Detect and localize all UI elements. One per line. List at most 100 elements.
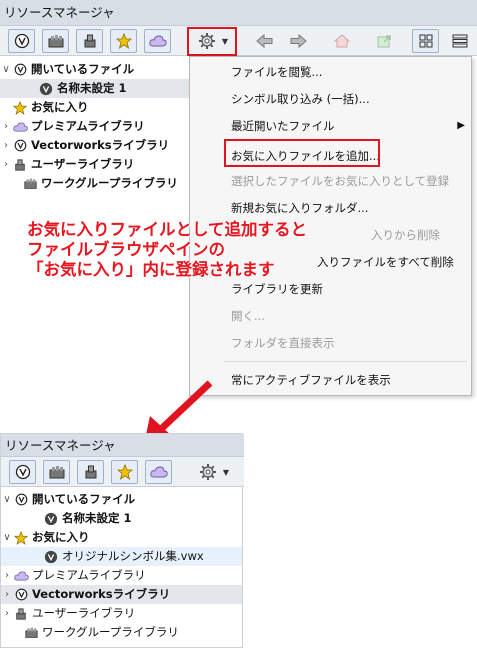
vw-icon	[13, 587, 29, 603]
tree-item-label: Vectorworksライブラリ	[32, 587, 171, 601]
window-title: リソースマネージャ	[0, 0, 477, 26]
workgroup-library-button[interactable]	[43, 460, 70, 484]
back-button[interactable]	[251, 29, 278, 53]
star-icon	[13, 530, 29, 546]
export-button[interactable]	[370, 29, 397, 53]
forward-button[interactable]	[284, 29, 311, 53]
chevron-down-icon: ∨	[3, 494, 11, 505]
chevron-down-icon: ▼	[222, 467, 230, 477]
tree-item-user-library[interactable]: › ユーザーライブラリ	[1, 604, 242, 623]
menu-item-browse-files[interactable]: ファイルを閲覧...	[190, 59, 471, 85]
star-icon	[116, 464, 133, 480]
tree-item-open-files[interactable]: ∨ 開いているファイル	[1, 490, 242, 509]
star-icon	[12, 100, 28, 116]
open-files-button[interactable]	[8, 29, 35, 53]
menu-item-always-show-active-file[interactable]: 常にアクティブファイルを表示	[190, 367, 471, 393]
submenu-arrow-icon: ▶	[457, 120, 465, 131]
tree-item-workgroup-library[interactable]: ワークグループライブラリ	[1, 623, 242, 642]
vw-file-icon	[43, 549, 59, 565]
open-files-button[interactable]	[9, 460, 36, 484]
user-icon	[12, 157, 28, 173]
export-icon	[376, 33, 392, 49]
menu-item-recent-files[interactable]: 最近開いたファイル ▶	[190, 113, 471, 139]
vw-file-icon	[43, 511, 59, 527]
chevron-right-icon: ›	[5, 608, 9, 619]
user-library-button[interactable]	[77, 460, 104, 484]
tree-item-premium-library[interactable]: › プレミアムライブラリ	[1, 566, 242, 585]
tree-item-label: オリジナルシンボル集.vwx	[62, 549, 204, 563]
toolbar: ▼	[0, 26, 477, 56]
tree-item-label: お気に入り	[32, 530, 90, 544]
vw-icon	[12, 138, 28, 154]
vw-icon	[13, 492, 29, 508]
chevron-right-icon: ›	[4, 121, 8, 132]
vw-file-icon	[38, 81, 54, 97]
tree-item-label: ユーザーライブラリ	[31, 157, 135, 171]
tree-item-open-files[interactable]: ∨ 開いているファイル	[0, 60, 190, 79]
favorites-button[interactable]	[111, 460, 138, 484]
tree-item-untitled-file[interactable]: 名称未設定 1	[0, 79, 190, 98]
cloud-icon	[148, 34, 167, 48]
star-icon	[115, 33, 132, 49]
add-favorite-highlight-box	[224, 139, 380, 167]
file-browser-tree: ∨ 開いているファイル 名称未設定 1 ∨ お気に入り オリジナルシンボル集.v…	[1, 488, 242, 646]
tree-item-favorites[interactable]: お気に入り	[0, 98, 190, 117]
workgroup-library-button[interactable]	[42, 29, 69, 53]
menu-item-refresh-library[interactable]: ライブラリを更新	[190, 276, 471, 302]
window-title: リソースマネージャ	[1, 434, 244, 457]
premium-library-button[interactable]	[145, 460, 172, 484]
tree-item-label: ワークグループライブラリ	[41, 176, 178, 190]
list-view-button[interactable]	[446, 29, 473, 53]
tree-item-label: 名称未設定 1	[57, 81, 127, 95]
menu-item-register-selected-favorite[interactable]: 選択したファイルをお気に入りとして登録	[190, 168, 471, 194]
arrow-right-icon	[289, 34, 307, 48]
tree-item-label: プレミアムライブラリ	[31, 119, 145, 133]
workgroup-icon	[48, 464, 66, 480]
tree-item-label: お気に入り	[31, 100, 89, 114]
settings-menu-button[interactable]: ▼	[191, 460, 237, 484]
menu-item-batch-import-symbols[interactable]: シンボル取り込み (一括)...	[190, 86, 471, 112]
chevron-right-icon: ›	[4, 159, 8, 170]
tree-item-label: ユーザーライブラリ	[32, 606, 136, 620]
home-button[interactable]	[328, 29, 355, 53]
list-icon	[452, 34, 468, 48]
cloud-icon	[13, 568, 29, 584]
arrow-left-icon	[255, 34, 274, 48]
annotation-line-1: お気に入りファイルとして追加すると	[27, 220, 308, 239]
workgroup-icon	[22, 176, 38, 192]
bottom-panel: リソースマネージャ ▼ ∨ 開いているファイル 名称未設定 1 ∨ お気に入り …	[0, 433, 244, 648]
tree-item-label: Vectorworksライブラリ	[31, 138, 170, 152]
annotation-line-2: ファイルブラウザペインの	[27, 240, 225, 259]
home-icon	[333, 33, 350, 49]
vw-icon	[14, 33, 30, 49]
tree-item-favorite-file[interactable]: オリジナルシンボル集.vwx	[1, 547, 242, 566]
premium-library-button[interactable]	[144, 29, 171, 53]
tree-item-vectorworks-library[interactable]: › Vectorworksライブラリ	[0, 136, 190, 155]
vw-icon	[12, 62, 28, 78]
tree-item-workgroup-library[interactable]: ワークグループライブラリ	[0, 174, 190, 193]
cloud-icon	[149, 465, 168, 479]
gear-icon	[199, 463, 217, 481]
tree-item-label: 名称未設定 1	[62, 511, 132, 525]
chevron-down-icon: ∨	[2, 64, 10, 75]
menu-item-label: 最近開いたファイル	[231, 119, 335, 133]
tree-item-label: 開いているファイル	[32, 492, 136, 506]
tree-item-premium-library[interactable]: › プレミアムライブラリ	[0, 117, 190, 136]
tree-item-favorites[interactable]: ∨ お気に入り	[1, 528, 242, 547]
annotation-line-3: 「お気に入り」内に登録されます	[27, 260, 275, 279]
cloud-icon	[12, 119, 28, 135]
user-library-button[interactable]	[76, 29, 103, 53]
gear-highlight-box	[187, 27, 237, 56]
grid-view-button[interactable]	[412, 29, 439, 53]
menu-item-open[interactable]: 開く...	[190, 303, 471, 329]
toolbar: ▼	[1, 457, 244, 487]
favorites-button[interactable]	[110, 29, 137, 53]
menu-item-new-favorite-folder[interactable]: 新規お気に入りフォルダ...	[190, 195, 471, 221]
menu-item-show-folder[interactable]: フォルダを直接表示	[190, 330, 471, 356]
tree-item-label: ワークグループライブラリ	[42, 625, 179, 639]
chevron-right-icon: ›	[5, 589, 9, 600]
tree-item-untitled-file[interactable]: 名称未設定 1	[1, 509, 242, 528]
tree-item-user-library[interactable]: › ユーザーライブラリ	[0, 155, 190, 174]
grid-icon	[419, 34, 433, 48]
tree-item-vectorworks-library[interactable]: › Vectorworksライブラリ	[1, 585, 242, 604]
